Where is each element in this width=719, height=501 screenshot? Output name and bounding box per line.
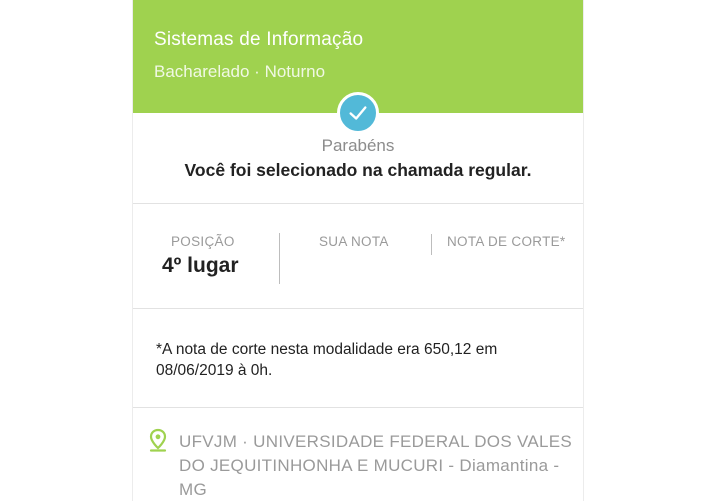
map-pin-icon	[149, 428, 167, 452]
success-badge	[337, 92, 379, 134]
cutoff-note: *A nota de corte nesta modalidade era 65…	[156, 341, 498, 379]
score-label: SUA NOTA	[319, 234, 389, 249]
cutoff-label: NOTA DE CORTE*	[447, 234, 566, 249]
divider	[133, 203, 583, 204]
congrats-text: Parabéns	[321, 136, 395, 155]
position-label: POSIÇÃO	[171, 234, 235, 249]
position-value: 4º lugar	[162, 254, 239, 277]
divider	[133, 407, 583, 408]
divider	[133, 308, 583, 309]
stats-separator	[279, 233, 280, 284]
university-location[interactable]: UFVJM · UNIVERSIDADE FEDERAL DOS VALES D…	[179, 430, 579, 501]
selection-message: Você foi selecionado na chamada regular.	[184, 160, 532, 180]
stats-separator	[431, 234, 432, 255]
app-screen: Sistemas de Informação Bacharelado · Not…	[132, 0, 584, 501]
course-degree: Bacharelado · Noturno	[154, 62, 326, 81]
check-icon	[349, 106, 367, 120]
course-name: Sistemas de Informação	[154, 29, 364, 50]
